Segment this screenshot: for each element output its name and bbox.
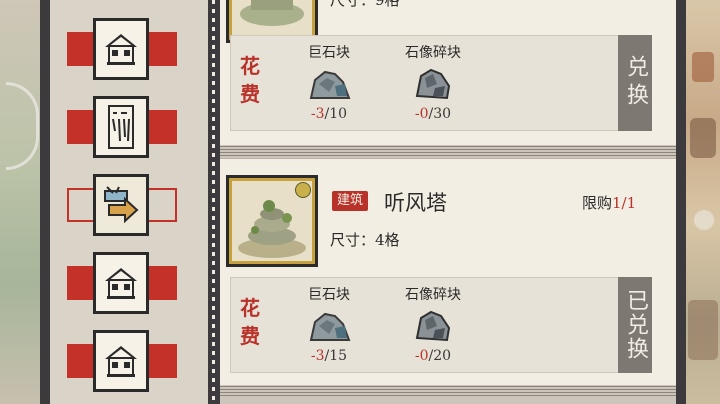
- leaf-badge-icon: [295, 182, 311, 198]
- sidebar-item-scroll[interactable]: [67, 96, 177, 158]
- background-ring: [6, 82, 39, 170]
- cost-label: 花费: [240, 54, 260, 106]
- exchange-card: 尺寸：9格 花费 巨石块 -3/10 石像碎块 -0/30 兑换: [220, 0, 676, 145]
- resource-statue-shard: 石像碎块 -0/30: [405, 45, 461, 122]
- exchange-button[interactable]: 兑换: [618, 35, 652, 131]
- scroll-icon: [93, 96, 149, 158]
- purchase-limit: 限购1/1: [582, 194, 637, 212]
- house-icon: [93, 18, 149, 80]
- exchange-icon: [93, 174, 149, 236]
- background-scene-right: [686, 0, 720, 404]
- resource-boulder: 巨石块 -3/10: [281, 42, 377, 122]
- background-scene-left: [0, 0, 40, 404]
- house-icon: [93, 252, 149, 314]
- exchanged-button[interactable]: 已兑换: [618, 277, 652, 373]
- resource-boulder: 巨石块 -3/15: [281, 284, 377, 364]
- cost-panel: 花费 巨石块 -3/15 石像碎块 -0/20: [230, 277, 624, 373]
- sidebar-item-house-3[interactable]: [67, 330, 177, 392]
- item-size: 尺寸：9格: [330, 0, 400, 9]
- resource-statue-shard: 石像碎块 -0/20: [405, 287, 461, 364]
- sidebar-item-house-1[interactable]: [67, 18, 177, 80]
- exchange-list: 尺寸：9格 花费 巨石块 -3/10 石像碎块 -0/30 兑换 建筑 听风塔 …: [220, 0, 676, 404]
- cost-panel: 花费 巨石块 -3/10 石像碎块 -0/30: [230, 35, 624, 131]
- sidebar-item-exchange[interactable]: [67, 174, 177, 236]
- sidebar-item-house-2[interactable]: [67, 252, 177, 314]
- item-thumbnail-tower: [226, 175, 318, 267]
- category-sidebar: [50, 0, 208, 404]
- item-title: 听风塔: [384, 191, 447, 215]
- statue-shard-icon: [409, 64, 457, 106]
- exchange-card: 建筑 听风塔 限购1/1 尺寸：4格 花费 巨石块 -3/15 石像碎块 -0/…: [220, 158, 676, 385]
- cost-label: 花费: [240, 296, 260, 348]
- statue-shard-icon: [409, 306, 457, 348]
- boulder-icon: [305, 306, 353, 348]
- category-tag: 建筑: [332, 191, 369, 211]
- boulder-icon: [305, 64, 353, 106]
- house-icon: [93, 330, 149, 392]
- panel-divider: [208, 0, 220, 404]
- item-size: 尺寸：4格: [330, 231, 400, 249]
